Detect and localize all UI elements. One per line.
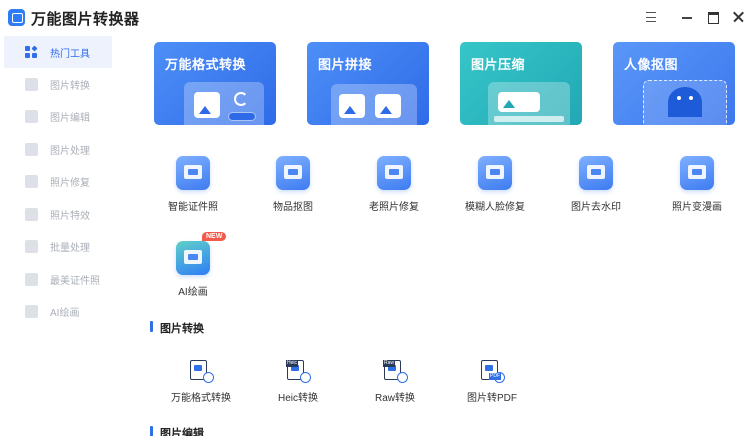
banner-title: 万能格式转换	[165, 57, 247, 72]
tool-blur-face-repair[interactable]: 模糊人脸修复	[450, 156, 540, 213]
sidebar-item-label: AI绘画	[50, 308, 80, 320]
banner-image-compress[interactable]: 图片压缩	[460, 42, 582, 125]
tool-label: 照片变漫画	[672, 202, 722, 213]
sidebar-item-edit[interactable]: 图片编辑	[0, 101, 116, 134]
ai-paint-icon	[25, 305, 38, 319]
section-title-edit: 图片编辑	[150, 425, 204, 436]
app-logo-icon	[8, 9, 25, 26]
tool-object-cutout[interactable]: 物品抠图	[248, 156, 338, 213]
pdf-tag: PDF	[489, 373, 501, 380]
sidebar-item-label: 照片修复	[50, 178, 90, 190]
watermark-icon	[579, 156, 613, 190]
app-title: 万能图片转换器	[31, 11, 140, 28]
tool-label: 智能证件照	[168, 202, 218, 213]
tool-label: 老照片修复	[369, 202, 419, 213]
heic-tag: Heic	[286, 360, 299, 367]
tool-label: AI绘画	[178, 287, 208, 298]
menu-icon[interactable]	[643, 9, 659, 25]
convert-label: Heic转换	[277, 393, 318, 404]
banner-title: 图片压缩	[471, 57, 526, 72]
image-stitch-illustration	[331, 84, 417, 125]
pdf-file-icon: PDF	[481, 360, 505, 383]
wrench-icon	[377, 156, 411, 190]
format-convert-illustration	[184, 82, 264, 125]
sidebar-item-ai-paint[interactable]: AI绘画	[0, 296, 116, 329]
image-convert-icon	[25, 77, 38, 91]
tool-label: 图片去水印	[571, 202, 621, 213]
id-card-icon	[176, 156, 210, 190]
sidebar-item-repair[interactable]: 照片修复	[0, 166, 116, 199]
title-bar: 万能图片转换器	[0, 0, 750, 36]
sidebar-item-label: 最美证件照	[50, 275, 100, 287]
heic-file-icon: Heic	[286, 360, 311, 383]
sidebar-item-label: 热门工具	[50, 48, 90, 60]
image-edit-icon	[25, 110, 38, 124]
image-process-icon	[25, 142, 38, 156]
convert-heic[interactable]: Heic Heic转换	[253, 360, 343, 404]
banner-title: 人像抠图	[624, 57, 679, 72]
sidebar-item-effects[interactable]: 照片特效	[0, 198, 116, 231]
sidebar-item-label: 批量处理	[50, 243, 90, 255]
sidebar-item-label: 图片处理	[50, 145, 90, 157]
sidebar-item-batch[interactable]: 批量处理	[0, 231, 116, 264]
convert-raw[interactable]: Raw Raw转换	[350, 360, 440, 404]
photo-repair-icon	[25, 175, 38, 189]
convert-universal-format[interactable]: 万能格式转换	[156, 360, 246, 404]
image-compress-illustration	[488, 82, 570, 125]
ai-paint-icon	[176, 241, 210, 275]
sidebar-item-convert[interactable]: 图片转换	[0, 68, 116, 101]
sidebar-item-process[interactable]: 图片处理	[0, 133, 116, 166]
tool-photo-to-cartoon[interactable]: 照片变漫画	[652, 156, 742, 213]
sidebar: 热门工具 图片转换 图片编辑 图片处理 照片修复 照片特效 批量处理 最美证件照…	[0, 36, 116, 436]
new-badge: NEW	[202, 232, 227, 241]
format-convert-icon	[190, 360, 214, 383]
tool-smart-id-photo[interactable]: 智能证件照	[148, 156, 238, 213]
banner-portrait-cutout[interactable]: 人像抠图	[613, 42, 735, 125]
id-photo-icon	[25, 272, 38, 286]
section-title-convert: 图片转换	[150, 320, 204, 336]
tool-remove-watermark[interactable]: 图片去水印	[551, 156, 641, 213]
tool-old-photo-repair[interactable]: 老照片修复	[349, 156, 439, 213]
convert-label: Raw转换	[374, 393, 415, 404]
cutout-icon	[276, 156, 310, 190]
banner-title: 图片拼接	[318, 57, 373, 72]
sidebar-item-hot-tools[interactable]: 热门工具	[4, 36, 112, 68]
raw-tag: Raw	[383, 360, 396, 367]
convert-label: 万能格式转换	[171, 393, 231, 404]
effects-icon	[25, 207, 38, 221]
tool-ai-painting[interactable]: NEW AI绘画	[148, 232, 238, 298]
sidebar-item-label: 照片特效	[50, 210, 90, 222]
grid-icon	[25, 45, 38, 59]
cartoon-icon	[680, 156, 714, 190]
portrait-icon	[478, 156, 512, 190]
convert-image-to-pdf[interactable]: PDF 图片转PDF	[447, 360, 537, 404]
minimize-icon[interactable]	[679, 9, 695, 25]
sidebar-item-id-photo[interactable]: 最美证件照	[0, 263, 116, 296]
portrait-face-icon	[668, 87, 702, 117]
raw-file-icon: Raw	[383, 360, 408, 383]
close-icon[interactable]	[731, 9, 747, 25]
batch-icon	[25, 240, 38, 254]
sidebar-item-label: 图片编辑	[50, 113, 90, 125]
tool-label: 物品抠图	[273, 202, 313, 213]
tool-label: 模糊人脸修复	[465, 202, 525, 213]
banner-format-convert[interactable]: 万能格式转换	[154, 42, 276, 125]
maximize-icon[interactable]	[705, 9, 721, 25]
sidebar-item-label: 图片转换	[50, 80, 90, 92]
convert-label: 图片转PDF	[467, 393, 517, 404]
banner-image-stitch[interactable]: 图片拼接	[307, 42, 429, 125]
